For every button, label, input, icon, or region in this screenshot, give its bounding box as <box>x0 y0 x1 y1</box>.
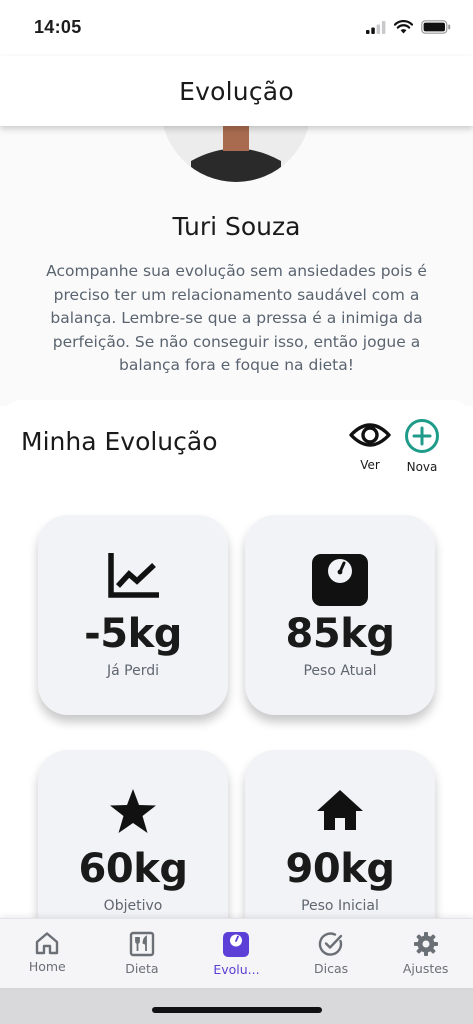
card-value: 85kg <box>285 611 395 657</box>
view-label: Ver <box>360 458 380 472</box>
scale-icon <box>312 554 368 606</box>
nav-item-dieta[interactable]: Dieta <box>95 919 190 988</box>
section-title: Minha Evolução <box>21 427 218 456</box>
nav-item-home[interactable]: Home <box>0 919 95 988</box>
page-title: Evolução <box>179 76 294 106</box>
current-weight-card[interactable]: 85kg Peso Atual <box>245 515 435 715</box>
add-circle-icon <box>405 419 439 453</box>
profile-description: Acompanhe sua evolução sem ansiedades po… <box>46 262 427 374</box>
house-icon <box>317 790 363 830</box>
new-entry-button[interactable]: Nova <box>397 418 447 474</box>
home-indicator[interactable] <box>152 1007 322 1013</box>
nav-item-evolucao[interactable]: Evolu... <box>189 919 284 988</box>
menu-cutlery-icon <box>129 931 155 957</box>
cellular-signal-icon <box>366 20 386 34</box>
home-indicator-area <box>0 988 473 1024</box>
new-label: Nova <box>406 460 438 474</box>
status-icons <box>366 20 451 34</box>
card-value: 90kg <box>285 846 395 892</box>
profile-area: Turi Souza Acompanhe sua evolução sem an… <box>0 66 473 406</box>
nav-label-evolucao: Evolu... <box>213 962 260 977</box>
wifi-icon <box>394 20 413 34</box>
status-bar: 14:05 <box>0 0 473 56</box>
battery-icon <box>421 20 451 34</box>
app-header: Evolução <box>0 56 473 126</box>
status-time: 14:05 <box>34 17 82 37</box>
nav-item-dicas[interactable]: Dicas <box>284 919 379 988</box>
view-button[interactable]: Ver <box>345 418 395 472</box>
card-label: Objetivo <box>103 898 163 914</box>
card-label: Já Perdi <box>106 663 159 679</box>
check-circle-icon <box>318 932 343 956</box>
home-icon <box>36 932 59 955</box>
trend-chart-icon <box>108 553 159 598</box>
lost-weight-card[interactable]: -5kg Já Perdi <box>38 515 228 715</box>
nav-label-home: Home <box>28 959 66 974</box>
card-value: 60kg <box>78 846 188 892</box>
scale-icon <box>223 932 250 957</box>
profile-name: Turi Souza <box>172 212 301 241</box>
card-value: -5kg <box>84 611 182 657</box>
nav-label-ajustes: Ajustes <box>402 961 449 976</box>
gear-icon <box>413 932 438 956</box>
star-icon <box>110 789 156 833</box>
bottom-navigation: Home Dieta Evolu... Dicas Ajustes <box>0 918 473 988</box>
nav-label-dicas: Dicas <box>314 961 349 976</box>
card-label: Peso Atual <box>303 663 377 679</box>
nav-label-dieta: Dieta <box>125 961 159 976</box>
evolution-section: Minha Evolução Ver Nova -5kg Já Perdi 85… <box>0 400 473 950</box>
nav-item-ajustes[interactable]: Ajustes <box>378 919 473 988</box>
card-label: Peso Inicial <box>301 898 379 914</box>
eye-icon <box>349 423 391 447</box>
